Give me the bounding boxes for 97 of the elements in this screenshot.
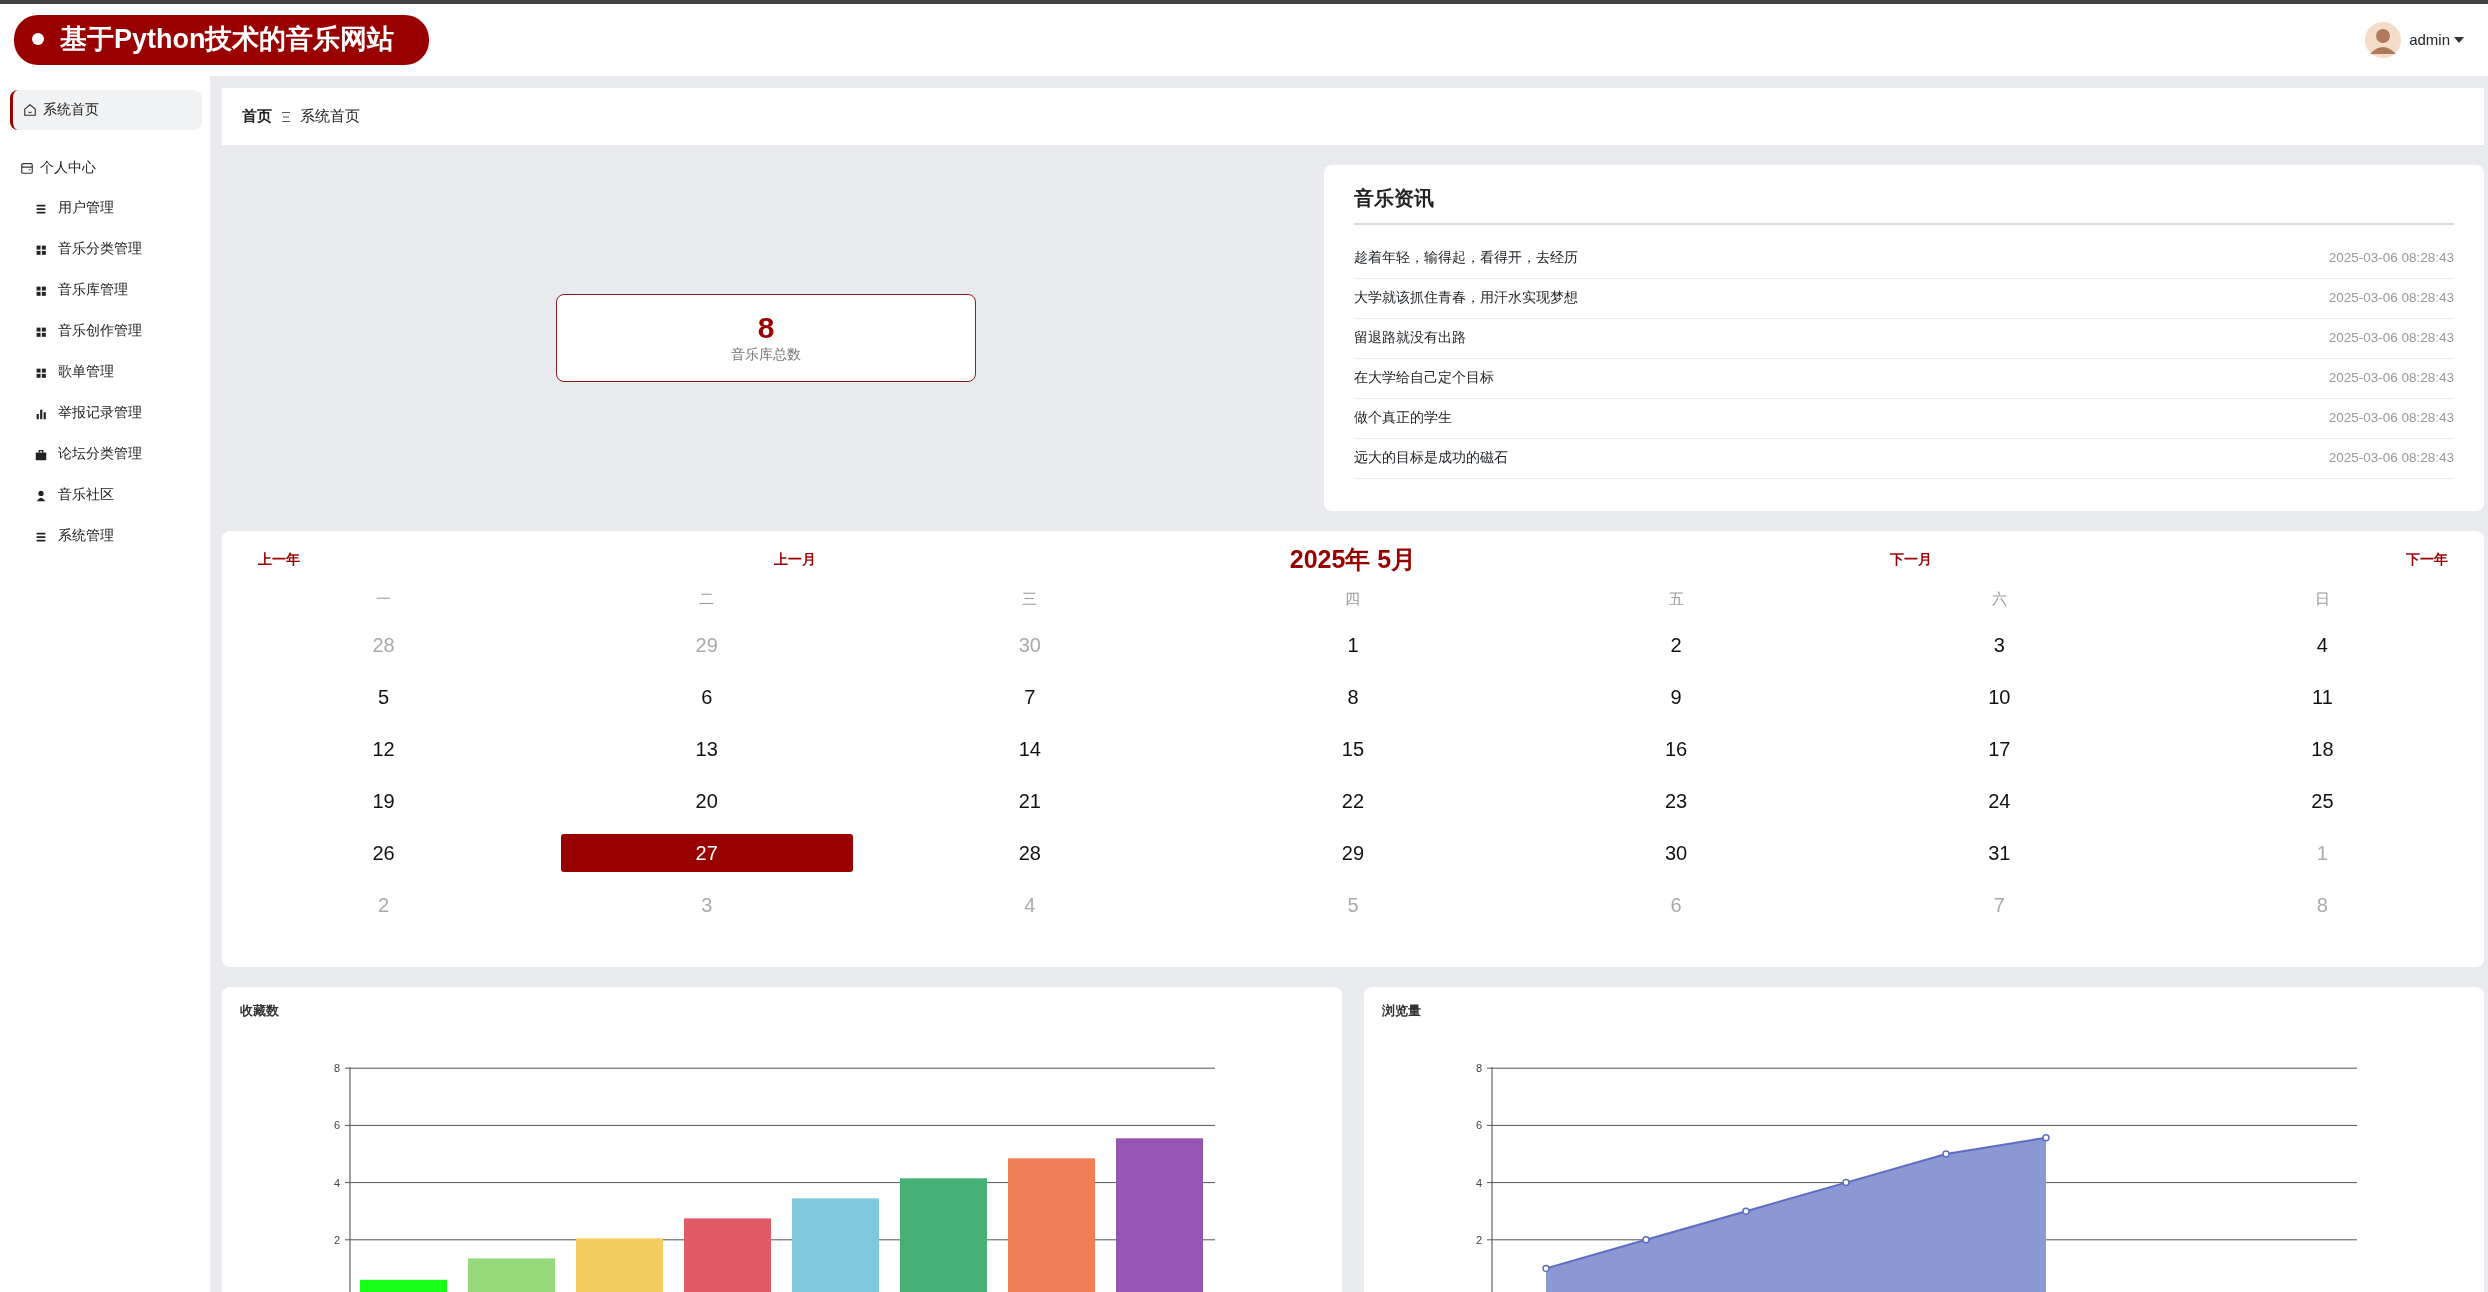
sidebar-item[interactable]: 个人中心 — [10, 148, 202, 188]
news-title: 音乐资讯 — [1354, 183, 2454, 225]
calendar-day[interactable]: 18 — [2176, 730, 2469, 768]
calendar-day[interactable]: 1 — [1207, 626, 1499, 664]
next-month-button[interactable]: 下一月 — [1890, 549, 1933, 571]
calendar-day[interactable]: 2 — [1530, 626, 1823, 664]
news-link[interactable]: 在大学给自己定个目标 — [1354, 368, 1494, 389]
data-point — [1642, 1236, 1650, 1244]
weekday-label: 二 — [699, 588, 715, 609]
person-icon — [34, 488, 48, 503]
home-icon — [23, 103, 37, 117]
prev-year-button[interactable]: 上一年 — [258, 549, 300, 571]
calendar-day[interactable]: 23 — [1530, 782, 1823, 820]
calendar-day[interactable]: 10 — [1853, 678, 2146, 716]
tick-label: 8 — [333, 1062, 340, 1075]
calendar-day[interactable]: 30 — [1530, 834, 1823, 872]
sidebar-item[interactable]: 音乐创作管理 — [10, 311, 202, 352]
news-link[interactable]: 趁着年轻，输得起，看得开，去经历 — [1354, 248, 1578, 269]
caret-icon — [2454, 37, 2464, 43]
calendar-day[interactable]: 29 — [1207, 834, 1499, 872]
calendar-day[interactable]: 11 — [2176, 678, 2469, 716]
news-date: 2025-03-06 08:28:43 — [2328, 329, 2454, 348]
calendar-day[interactable]: 4 — [2176, 626, 2469, 664]
news-link[interactable]: 大学就该抓住青春，用汗水实现梦想 — [1354, 288, 1578, 309]
weekday-label: 三 — [1022, 588, 1038, 609]
weekday-label: 五 — [1668, 588, 1684, 609]
calendar-day[interactable]: 9 — [1530, 678, 1823, 716]
calendar-day[interactable]: 13 — [560, 730, 853, 768]
calendar-day[interactable]: 28 — [883, 834, 1176, 872]
stat-label: 音乐库总数 — [731, 345, 801, 364]
tick-label: 6 — [333, 1119, 340, 1132]
calendar-day[interactable]: 3 — [1853, 626, 2146, 664]
news-date: 2025-03-06 08:28:43 — [2328, 409, 2454, 428]
data-point — [2042, 1133, 2050, 1142]
news-date: 2025-03-06 08:28:43 — [2328, 249, 2454, 268]
chart-title: 浏览量 — [1381, 1002, 1422, 1020]
calendar-day[interactable]: 14 — [883, 730, 1176, 768]
next-year-button[interactable]: 下一年 — [2405, 549, 2448, 571]
site-title-text: 基于Python技术的音乐网站 — [60, 22, 395, 56]
calendar-day[interactable]: 8 — [1207, 678, 1499, 716]
briefcase-icon — [34, 447, 48, 462]
calendar-day[interactable]: 19 — [237, 782, 530, 820]
data-point — [1842, 1178, 1850, 1187]
news-link[interactable]: 做个真正的学生 — [1354, 408, 1452, 429]
calendar-day[interactable]: 15 — [1207, 730, 1499, 768]
calendar-day[interactable]: 17 — [1853, 730, 2146, 768]
sidebar-item[interactable]: 音乐社区 — [10, 475, 202, 516]
calendar-day[interactable]: 6 — [560, 678, 853, 716]
calendar-day[interactable]: 24 — [1853, 782, 2146, 820]
calendar-title: 2025年 5月 — [1289, 544, 1417, 576]
news-link[interactable]: 留退路就没有出路 — [1354, 328, 1466, 349]
sidebar-item[interactable]: 系统管理 — [10, 516, 202, 557]
weekday-label: 四 — [1345, 588, 1361, 609]
calendar-day[interactable]: 21 — [883, 782, 1176, 820]
sidebar-item[interactable]: 论坛分类管理 — [10, 434, 202, 475]
data-point — [1742, 1207, 1750, 1215]
weekday-label: 一 — [376, 588, 392, 609]
calendar-day[interactable]: 22 — [1207, 782, 1499, 820]
card-icon — [20, 161, 34, 175]
weekday-label: 日 — [2314, 588, 2330, 609]
sidebar-item[interactable]: 音乐分类管理 — [10, 229, 202, 270]
sidebar-item[interactable]: 用户管理 — [10, 188, 202, 229]
calendar-day[interactable]: 26 — [237, 834, 530, 872]
separator-icon — [281, 110, 291, 123]
weekday-label: 六 — [1991, 588, 2007, 609]
dot-icon — [32, 33, 44, 45]
user-menu[interactable]: admin — [2409, 28, 2464, 52]
prev-month-button[interactable]: 上一月 — [773, 549, 816, 571]
news-date: 2025-03-06 08:28:43 — [2328, 289, 2454, 308]
tick-label: 4 — [1475, 1176, 1482, 1189]
calendar-day[interactable]: 5 — [237, 678, 530, 716]
stat-value: 8 — [757, 311, 775, 344]
breadcrumb-item[interactable]: 首页 — [242, 105, 272, 128]
data-point — [1942, 1150, 1950, 1158]
sidebar-item[interactable]: 音乐库管理 — [10, 270, 202, 311]
tick-label: 2 — [333, 1233, 340, 1246]
chart-title: 收藏数 — [239, 1002, 280, 1020]
calendar-day[interactable]: 25 — [2176, 782, 2469, 820]
sidebar-item[interactable]: 歌单管理 — [10, 352, 202, 393]
breadcrumb-item: 系统首页 — [300, 106, 360, 127]
calendar-day[interactable]: 20 — [560, 782, 853, 820]
tick-label: 2 — [1475, 1233, 1482, 1246]
calendar-day[interactable]: 31 — [1853, 834, 2146, 872]
news-date: 2025-03-06 08:28:43 — [2328, 369, 2454, 388]
tick-label: 6 — [1475, 1119, 1482, 1132]
news-date: 2025-03-06 08:28:43 — [2328, 449, 2454, 468]
sidebar-item[interactable]: 举报记录管理 — [10, 393, 202, 434]
tick-label: 4 — [333, 1176, 340, 1189]
calendar-day[interactable]: 16 — [1530, 730, 1823, 768]
calendar-day[interactable]: 7 — [883, 678, 1176, 716]
sidebar-item[interactable]: 系统首页 — [10, 90, 202, 130]
avatar[interactable] — [2365, 22, 2402, 58]
calendar-day[interactable]: 27 — [560, 834, 853, 872]
calendar-day[interactable]: 12 — [237, 730, 530, 768]
data-point — [1542, 1264, 1550, 1273]
news-link[interactable]: 远大的目标是成功的磁石 — [1354, 448, 1508, 469]
tick-label: 8 — [1475, 1062, 1482, 1075]
